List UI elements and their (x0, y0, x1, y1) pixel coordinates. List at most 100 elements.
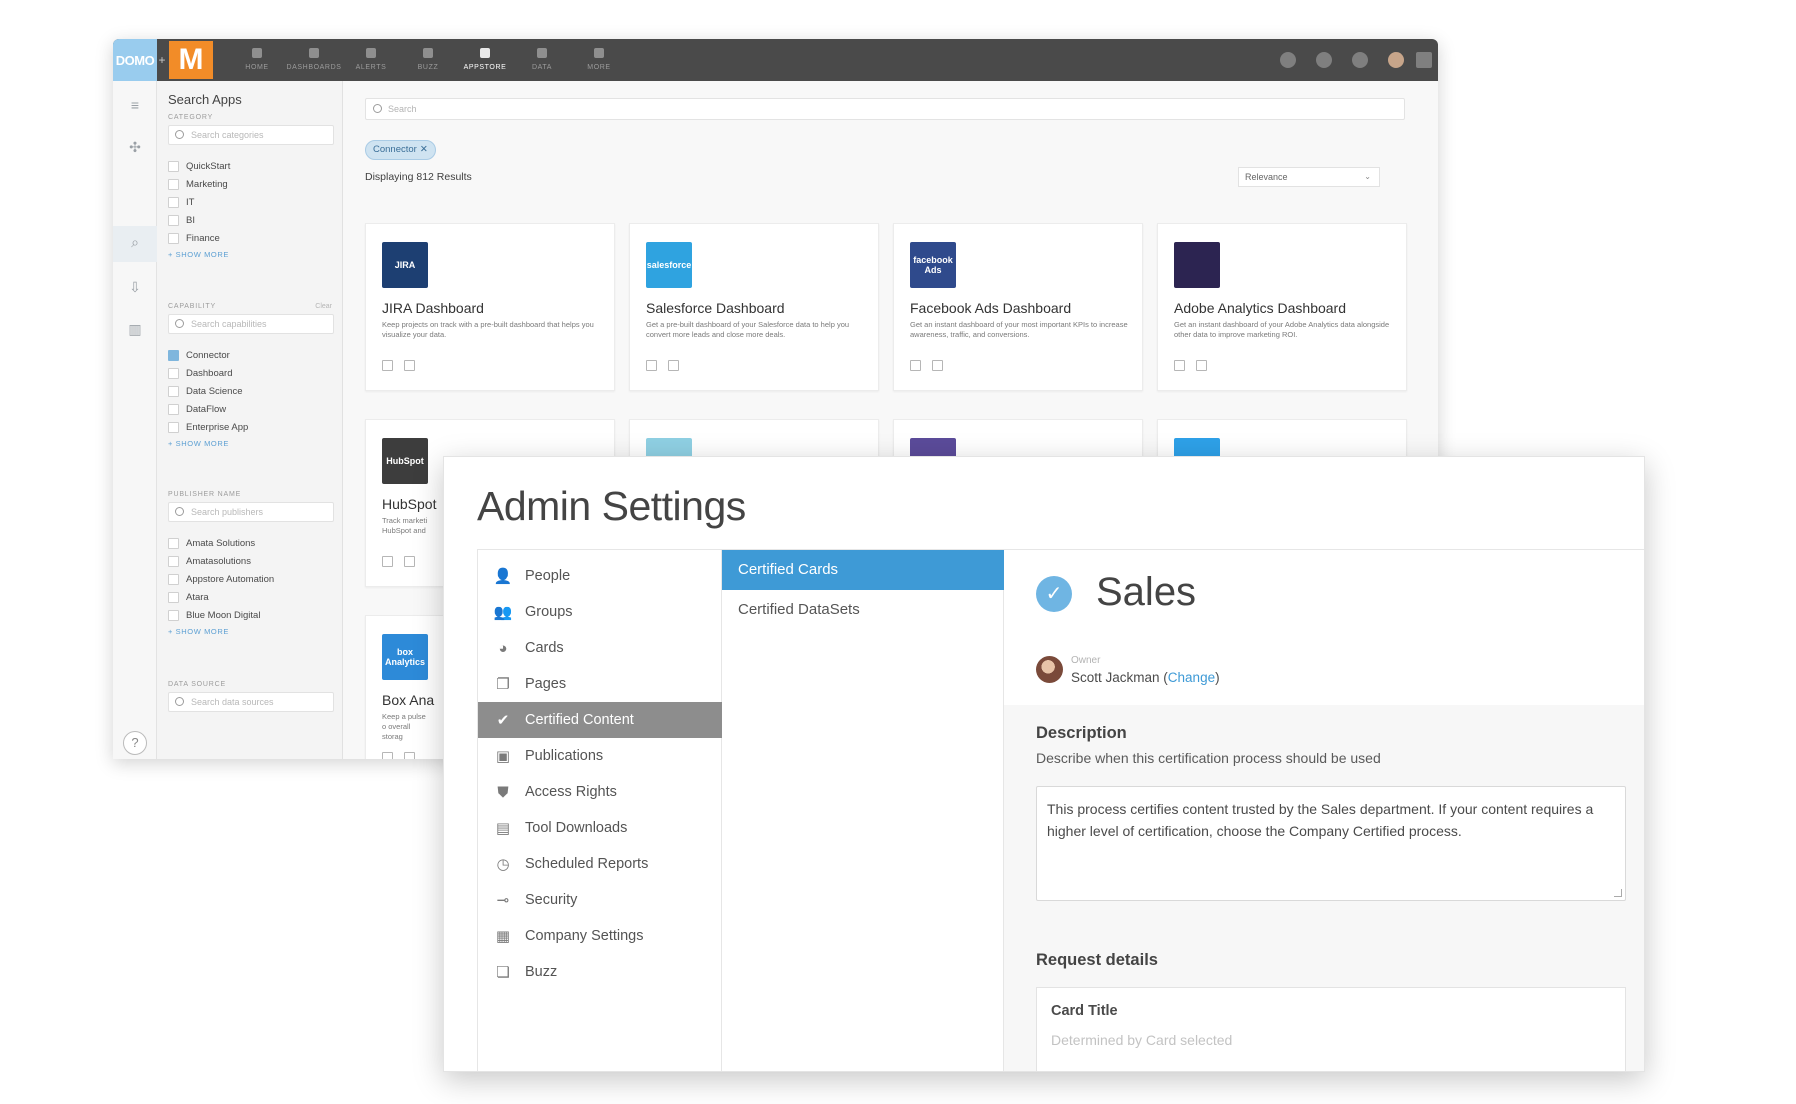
checkbox[interactable] (168, 367, 179, 379)
category-checkbox[interactable]: IT (168, 195, 194, 209)
catalog-icon[interactable] (932, 360, 943, 371)
tab-certified-cards[interactable]: Certified Cards (722, 550, 1004, 590)
resize-handle-icon[interactable] (1614, 889, 1622, 897)
checkbox[interactable] (168, 537, 179, 549)
admin-nav-tool-downloads[interactable]: ▤ Tool Downloads (478, 810, 722, 846)
search-icon[interactable]: ⌕ (127, 234, 143, 250)
publisher-show-more[interactable]: + SHOW MORE (168, 627, 229, 636)
admin-nav-access-rights[interactable]: ⛊ Access Rights (478, 774, 722, 810)
checkbox[interactable] (168, 232, 179, 244)
app-card-jira[interactable]: JIRA JIRA Dashboard Keep projects on tra… (365, 223, 615, 391)
copy-icon[interactable] (382, 752, 393, 759)
publisher-checkbox[interactable]: Appstore Automation (168, 572, 274, 586)
checkbox[interactable] (168, 178, 179, 190)
publisher-search-input[interactable]: Search publishers (168, 502, 334, 522)
admin-nav-company-settings[interactable]: ▦ Company Settings (478, 918, 722, 954)
publisher-label: Appstore Automation (186, 573, 275, 585)
app-search-input[interactable]: Search (365, 98, 1405, 120)
catalog-icon[interactable] (404, 556, 415, 567)
category-checkbox[interactable]: BI (168, 213, 195, 227)
checkbox[interactable] (168, 609, 179, 621)
filter-title: Search Apps (168, 92, 242, 107)
checkbox[interactable] (168, 385, 179, 397)
admin-nav-publications[interactable]: ▣ Publications (478, 738, 722, 774)
capability-show-more[interactable]: + SHOW MORE (168, 439, 229, 448)
checkbox[interactable] (168, 573, 179, 585)
catalog-icon[interactable] (404, 752, 415, 759)
menu-icon[interactable]: ≡ (127, 97, 143, 113)
checkbox[interactable] (168, 403, 179, 415)
publisher-checkbox[interactable]: Amatasolutions (168, 554, 251, 568)
description-textarea[interactable]: This process certifies content trusted b… (1036, 786, 1626, 901)
nav-data[interactable]: DATA (511, 45, 573, 77)
checkbox[interactable] (168, 591, 179, 603)
help-icon[interactable]: ? (123, 731, 147, 755)
publisher-checkbox[interactable]: Amata Solutions (168, 536, 255, 550)
publisher-checkbox[interactable]: Atara (168, 590, 209, 604)
chat-icon[interactable] (1416, 52, 1432, 68)
admin-nav-buzz[interactable]: ❏ Buzz (478, 954, 722, 990)
nav-buzz[interactable]: BUZZ (397, 45, 459, 77)
download-icon[interactable]: ⇩ (127, 279, 143, 295)
tab-certified-datasets[interactable]: Certified DataSets (722, 590, 1004, 630)
appstore-icon[interactable]: ✣ (127, 139, 143, 155)
search-icon[interactable] (1280, 52, 1296, 68)
nav-more[interactable]: MORE (568, 45, 630, 77)
catalog-icon[interactable] (404, 360, 415, 371)
admin-nav-certified-content[interactable]: ✔ Certified Content (478, 702, 722, 738)
catalog-icon[interactable] (668, 360, 679, 371)
add-icon[interactable] (1316, 52, 1332, 68)
checkbox[interactable] (168, 160, 179, 172)
checkbox[interactable] (168, 214, 179, 226)
admin-nav-security[interactable]: ⊸ Security (478, 882, 722, 918)
customer-logo[interactable]: M (169, 41, 213, 79)
copy-icon[interactable] (382, 360, 393, 371)
category-checkbox[interactable]: QuickStart (168, 159, 230, 173)
app-card-salesforce[interactable]: salesforce Salesforce Dashboard Get a pr… (629, 223, 879, 391)
capability-label: Dashboard (186, 367, 233, 379)
sort-select[interactable]: Relevance ⌄ (1238, 167, 1380, 187)
nav-alerts[interactable]: ALERTS (340, 45, 402, 77)
checkbox[interactable] (168, 421, 179, 433)
catalog-icon[interactable] (1196, 360, 1207, 371)
app-card-description: Get an instant dashboard of your most im… (910, 320, 1128, 339)
category-checkbox[interactable]: Marketing (168, 177, 228, 191)
category-checkbox[interactable]: Finance (168, 231, 220, 245)
domo-logo[interactable]: DOMO (113, 39, 157, 81)
category-search-input[interactable]: Search categories (168, 125, 334, 145)
capability-checkbox[interactable]: Dashboard (168, 366, 232, 380)
admin-nav-people[interactable]: 👤 People (478, 558, 722, 594)
card-title-field[interactable]: Card Title Determined by Card selected (1036, 987, 1626, 1071)
nav-appstore[interactable]: APPSTORE (454, 45, 516, 77)
capability-clear[interactable]: Clear (315, 303, 332, 310)
capability-checkbox[interactable]: Connector (168, 348, 230, 362)
nav-dashboards[interactable]: DASHBOARDS (283, 45, 345, 77)
category-show-more[interactable]: + SHOW MORE (168, 250, 229, 259)
checkbox[interactable] (168, 555, 179, 567)
admin-nav-groups[interactable]: 👥 Groups (478, 594, 722, 630)
help-icon[interactable] (1352, 52, 1368, 68)
checkbox-checked[interactable] (168, 349, 179, 361)
copy-icon[interactable] (382, 556, 393, 567)
user-avatar[interactable] (1388, 52, 1404, 68)
data-source-search-input[interactable]: Search data sources (168, 692, 334, 712)
capability-checkbox[interactable]: Data Science (168, 384, 243, 398)
close-icon[interactable]: ✕ (420, 144, 428, 155)
nav-home[interactable]: HOME (226, 45, 288, 77)
capability-search-input[interactable]: Search capabilities (168, 314, 334, 334)
checkbox[interactable] (168, 196, 179, 208)
admin-nav-pages[interactable]: ❐ Pages (478, 666, 722, 702)
copy-icon[interactable] (646, 360, 657, 371)
admin-nav-cards[interactable]: ◕ Cards (478, 630, 722, 666)
filter-chip-connector[interactable]: Connector ✕ (365, 140, 436, 160)
change-owner-link[interactable]: Change (1168, 670, 1215, 685)
publisher-checkbox[interactable]: Blue Moon Digital (168, 608, 260, 622)
copy-icon[interactable] (1174, 360, 1185, 371)
capability-checkbox[interactable]: DataFlow (168, 402, 226, 416)
app-card-facebook-ads[interactable]: facebook Ads Facebook Ads Dashboard Get … (893, 223, 1143, 391)
capability-checkbox[interactable]: Enterprise App (168, 420, 248, 434)
copy-icon[interactable] (910, 360, 921, 371)
app-card-adobe-analytics[interactable]: Adobe Analytics Dashboard Get an instant… (1157, 223, 1407, 391)
admin-nav-scheduled-reports[interactable]: ◷ Scheduled Reports (478, 846, 722, 882)
book-icon[interactable]: ▥ (127, 321, 143, 337)
